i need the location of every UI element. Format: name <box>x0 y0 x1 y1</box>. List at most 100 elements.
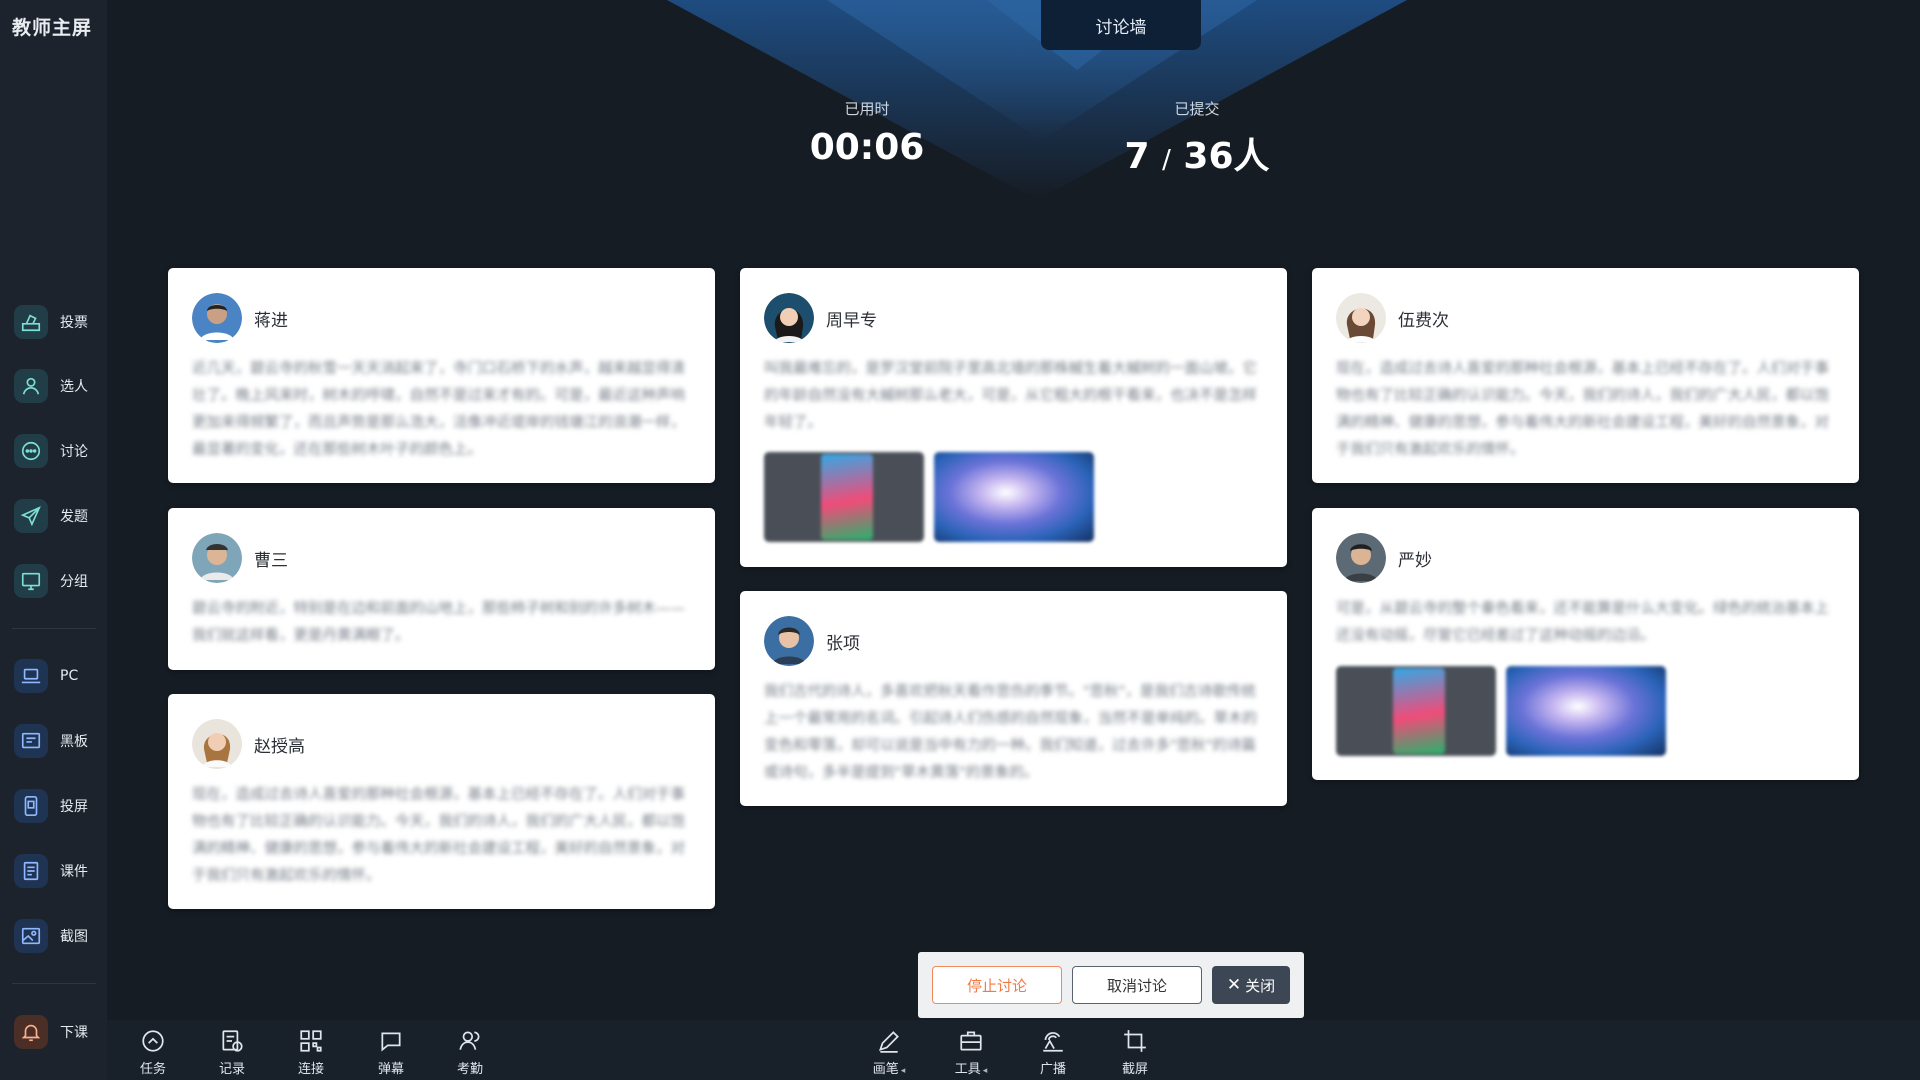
discussion-action-bar: 停止讨论 取消讨论 ✕ 关闭 <box>918 952 1304 1018</box>
toolbox-icon <box>960 1031 982 1051</box>
sidebar: 教师主屏 投票 选人 讨论 发题 分组 PC 黑板 投屏 课件 截图 下课 <box>0 0 107 1080</box>
close-button[interactable]: ✕ 关闭 <box>1212 966 1290 1004</box>
sidebar-item-blackboard[interactable]: 黑板 <box>14 719 100 763</box>
toolbar-pen[interactable]: 画笔 ◂ <box>859 1028 919 1077</box>
toolbar-tools[interactable]: 工具 ◂ <box>941 1028 1001 1077</box>
close-icon: ✕ <box>1226 975 1242 995</box>
student-name: 赵授高 <box>254 736 305 757</box>
sidebar-item-label: 选人 <box>60 379 88 395</box>
bottom-toolbar: 任务 记录 连接 弹幕 考勤 画笔 ◂ 工具 ◂ 广播 截屏 <box>107 1020 1920 1080</box>
attachment-image[interactable] <box>764 452 924 542</box>
board-icon <box>14 724 48 758</box>
student-name: 伍费次 <box>1398 310 1449 331</box>
toolbar-label: 广播 <box>1039 1062 1066 1077</box>
record-icon <box>222 1030 243 1052</box>
discussion-card[interactable]: 严妙 可是，从碧云寺的整个秦色看来，还不能算是什么大变化。绿色的统治基本上还没有… <box>1312 508 1859 780</box>
card-text: 叫我最难忘的，是罗汉堂前院子里高北墙的那株槭生着大槭树的一面山坡。它的年龄自然没… <box>764 361 1257 431</box>
image-icon <box>14 919 48 953</box>
sidebar-item-label: 投屏 <box>60 799 88 815</box>
app-title: 教师主屏 <box>12 17 93 39</box>
discussion-card[interactable]: 周早专 叫我最难忘的，是罗汉堂前院子里高北墙的那株槭生着大槭树的一面山坡。它的年… <box>740 268 1287 567</box>
elapsed-stat: 已用时 00:06 <box>787 98 947 168</box>
sidebar-item-label: 截图 <box>60 929 88 945</box>
main-area: 讨论墙 已用时 00:06 已提交 7 / 36人 蒋进 近几天，碧云寺的秋雪一… <box>107 0 1920 1080</box>
avatar <box>1336 533 1386 583</box>
submitted-value: 7 / 36人 <box>1107 127 1287 179</box>
toolbar-label: 任务 <box>139 1062 166 1077</box>
sidebar-item-label: 课件 <box>60 864 88 880</box>
bell-icon <box>14 1015 48 1049</box>
attachment-images <box>1336 666 1666 756</box>
attachment-images <box>764 452 1094 542</box>
qrcode-icon <box>300 1030 322 1052</box>
avatar <box>192 719 242 769</box>
student-name: 曹三 <box>254 550 288 571</box>
submitted-label: 已提交 <box>1174 100 1220 118</box>
toolbar-record[interactable]: 记录 <box>202 1028 262 1077</box>
sidebar-item-vote[interactable]: 投票 <box>14 300 100 344</box>
toolbar-task[interactable]: 任务 <box>123 1028 183 1077</box>
cast-icon <box>14 789 48 823</box>
submitted-stat: 已提交 7 / 36人 <box>1107 98 1287 179</box>
toolbar-danmaku[interactable]: 弹幕 <box>361 1028 421 1077</box>
toolbar-label: 截屏 <box>1121 1062 1148 1077</box>
send-icon <box>14 499 48 533</box>
sidebar-item-discuss[interactable]: 讨论 <box>14 429 100 473</box>
sidebar-divider <box>12 983 96 984</box>
page-title: 讨论墙 <box>1041 0 1201 50</box>
toolbar-crop[interactable]: 截屏 <box>1105 1028 1165 1077</box>
discussion-card[interactable]: 赵授高 现在，造成过去诗人喜爱的那种社会根源，基本上已经不存在了。人们对于事物也… <box>168 694 715 909</box>
avatar <box>764 616 814 666</box>
attachment-image[interactable] <box>934 452 1094 542</box>
cancel-discussion-button[interactable]: 取消讨论 <box>1072 966 1202 1004</box>
stop-discussion-button[interactable]: 停止讨论 <box>932 966 1062 1004</box>
sidebar-item-pick[interactable]: 选人 <box>14 364 100 408</box>
doc-icon <box>14 854 48 888</box>
card-text: 我们古代的诗人，多喜欢把秋天看作悲伤的季节。"悲秋"，是我们古诗歌传统上一个最常… <box>764 684 1257 781</box>
card-text: 现在，造成过去诗人喜爱的那种社会根源，基本上已经不存在了。人们对于事物也有了比较… <box>1336 361 1829 458</box>
close-label: 关闭 <box>1245 976 1276 995</box>
toolbar-connect[interactable]: 连接 <box>281 1028 341 1077</box>
student-name: 严妙 <box>1398 550 1432 571</box>
sidebar-item-group[interactable]: 分组 <box>14 559 100 603</box>
sidebar-item-label: 黑板 <box>60 734 88 750</box>
laptop-icon <box>14 659 48 693</box>
attachment-image[interactable] <box>1336 666 1496 756</box>
pen-icon <box>878 1031 899 1053</box>
chat-icon <box>14 434 48 468</box>
toolbar-label: 考勤 <box>456 1062 483 1077</box>
sidebar-item-label: PC <box>60 668 79 684</box>
sidebar-item-label: 投票 <box>60 315 88 331</box>
discussion-card[interactable]: 伍费次 现在，造成过去诗人喜爱的那种社会根源，基本上已经不存在了。人们对于事物也… <box>1312 268 1859 483</box>
attendance-icon <box>459 1031 480 1050</box>
crop-icon <box>1124 1030 1146 1052</box>
sidebar-item-courseware[interactable]: 课件 <box>14 849 100 893</box>
avatar <box>192 533 242 583</box>
card-text: 近几天，碧云寺的秋雪一天天消起来了，寺门口石桥下的水声，越来越显得清壮了。晚上风… <box>192 361 685 458</box>
toolbar-broadcast[interactable]: 广播 <box>1023 1028 1083 1077</box>
student-name: 张项 <box>826 633 860 654</box>
toolbar-label: 工具 ◂ <box>954 1062 988 1077</box>
sidebar-item-screenshot[interactable]: 截图 <box>14 914 100 958</box>
student-name: 周早专 <box>826 310 877 331</box>
sidebar-item-label: 发题 <box>60 509 88 525</box>
card-text: 可是，从碧云寺的整个秦色看来，还不能算是什么大变化。绿色的统治基本上还没有动摇，… <box>1336 601 1829 644</box>
toolbar-label: 弹幕 <box>377 1062 404 1077</box>
vote-icon <box>14 305 48 339</box>
sidebar-item-send[interactable]: 发题 <box>14 494 100 538</box>
sidebar-item-end-class[interactable]: 下课 <box>14 1010 100 1054</box>
submitted-total: 36人 <box>1183 136 1270 177</box>
monitor-icon <box>14 564 48 598</box>
sidebar-item-label: 讨论 <box>60 444 88 460</box>
discussion-card[interactable]: 曹三 碧云寺的附近，特别是在边和前面的山地上，那些柿子树和别的许多树木——我们就… <box>168 508 715 670</box>
card-text: 碧云寺的附近，特别是在边和前面的山地上，那些柿子树和别的许多树木——我们就这样看… <box>192 601 685 644</box>
discussion-card[interactable]: 蒋进 近几天，碧云寺的秋雪一天天消起来了，寺门口石桥下的水声，越来越显得清壮了。… <box>168 268 715 483</box>
sidebar-item-label: 下课 <box>60 1025 88 1041</box>
toolbar-attendance[interactable]: 考勤 <box>440 1028 500 1077</box>
submitted-count: 7 <box>1124 136 1150 177</box>
sidebar-item-cast[interactable]: 投屏 <box>14 784 100 828</box>
attachment-image[interactable] <box>1506 666 1666 756</box>
toolbar-label: 连接 <box>297 1062 324 1077</box>
sidebar-item-pc[interactable]: PC <box>14 654 100 698</box>
discussion-card[interactable]: 张项 我们古代的诗人，多喜欢把秋天看作悲伤的季节。"悲秋"，是我们古诗歌传统上一… <box>740 591 1287 806</box>
